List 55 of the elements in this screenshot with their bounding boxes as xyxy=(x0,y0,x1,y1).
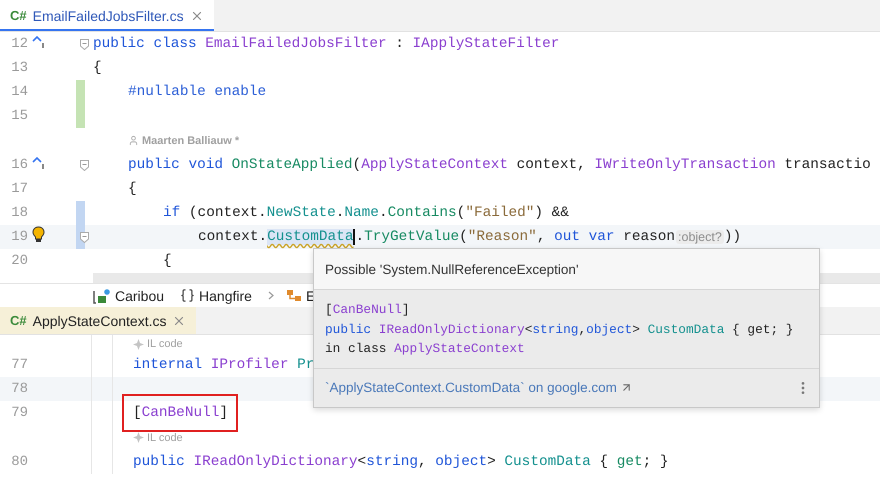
search-link[interactable]: `ApplyStateContext.CustomData` on google.com xyxy=(325,380,633,395)
code-text: { xyxy=(93,60,102,76)
project-icon xyxy=(93,288,111,304)
inlay-hint: :object? xyxy=(676,230,724,244)
code-text: public class EmailFailedJobsFilter : IApplyStateFilter xyxy=(93,36,560,52)
tab-title: ApplyStateContext.cs xyxy=(32,312,166,328)
breadcrumb-item[interactable]: Hangfire xyxy=(199,288,252,304)
line-number: 78 xyxy=(10,381,28,397)
line-number: 80 xyxy=(10,454,28,470)
code-text: internal IProfiler Pr xyxy=(133,357,314,373)
line-number: 20 xyxy=(10,253,29,269)
annotation-label: IL code xyxy=(147,338,183,350)
sparkle-icon xyxy=(133,338,144,350)
code-text: [CanBeNull] xyxy=(133,405,228,421)
code-text: { xyxy=(128,181,137,197)
implements-arrow-icon[interactable] xyxy=(32,156,45,170)
code-text: in class ApplyStateContext xyxy=(325,340,526,358)
fold-marker-icon[interactable] xyxy=(80,160,89,170)
code-text: if (context.NewState.Name.Contains("Failed") && xyxy=(163,205,569,221)
author-name: Maarten Balliauw * xyxy=(142,134,240,146)
fold-marker-icon[interactable] xyxy=(80,38,89,50)
line-number: 13 xyxy=(10,60,29,76)
line-number: 18 xyxy=(10,205,29,221)
annotation-label: IL code xyxy=(147,432,183,444)
line-number: 17 xyxy=(10,181,29,197)
breadcrumb-item[interactable]: Caribou xyxy=(115,288,164,304)
implements-arrow-icon[interactable] xyxy=(32,34,45,48)
code-text: context.CustomData.TryGetValue("Reason", out var reason xyxy=(198,229,676,245)
chevron-right-icon xyxy=(268,291,274,300)
line-number: 14 xyxy=(10,84,29,100)
braces-icon xyxy=(180,288,196,303)
line-number: 16 xyxy=(10,157,29,173)
code-text: public IReadOnlyDictionary<string,object> CustomData { get; } xyxy=(325,320,794,338)
fold-marker-icon[interactable] xyxy=(80,232,89,242)
line-number: 12 xyxy=(10,36,29,52)
file-tab[interactable]: C# ApplyStateContext.cs xyxy=(0,307,196,334)
person-icon xyxy=(128,135,139,146)
code-text: )) xyxy=(724,229,742,245)
code-text: #nullable enable xyxy=(128,84,266,100)
popup-title: Possible 'System.NullReferenceException' xyxy=(325,262,579,276)
file-tab[interactable]: C# EmailFailedJobsFilter.cs xyxy=(0,0,214,31)
code-text: { xyxy=(163,253,172,269)
line-number: 77 xyxy=(10,357,28,373)
code-text: public void OnStateApplied(ApplyStateContext context, IWriteOnlyTransaction transactio xyxy=(128,157,871,173)
sparkle-icon xyxy=(133,432,144,443)
line-number: 15 xyxy=(10,108,29,124)
language-label: C# xyxy=(10,313,27,328)
line-number: 19 xyxy=(10,229,29,245)
hierarchy-icon xyxy=(286,288,302,304)
tab-title: EmailFailedJobsFilter.cs xyxy=(32,8,184,24)
code-text: public IReadOnlyDictionary<string, object> CustomData { get; } xyxy=(133,454,669,470)
line-number: 79 xyxy=(10,405,28,421)
lightbulb-icon[interactable] xyxy=(32,226,45,243)
code-text: [CanBeNull] xyxy=(325,301,410,319)
language-label: C# xyxy=(10,8,27,23)
